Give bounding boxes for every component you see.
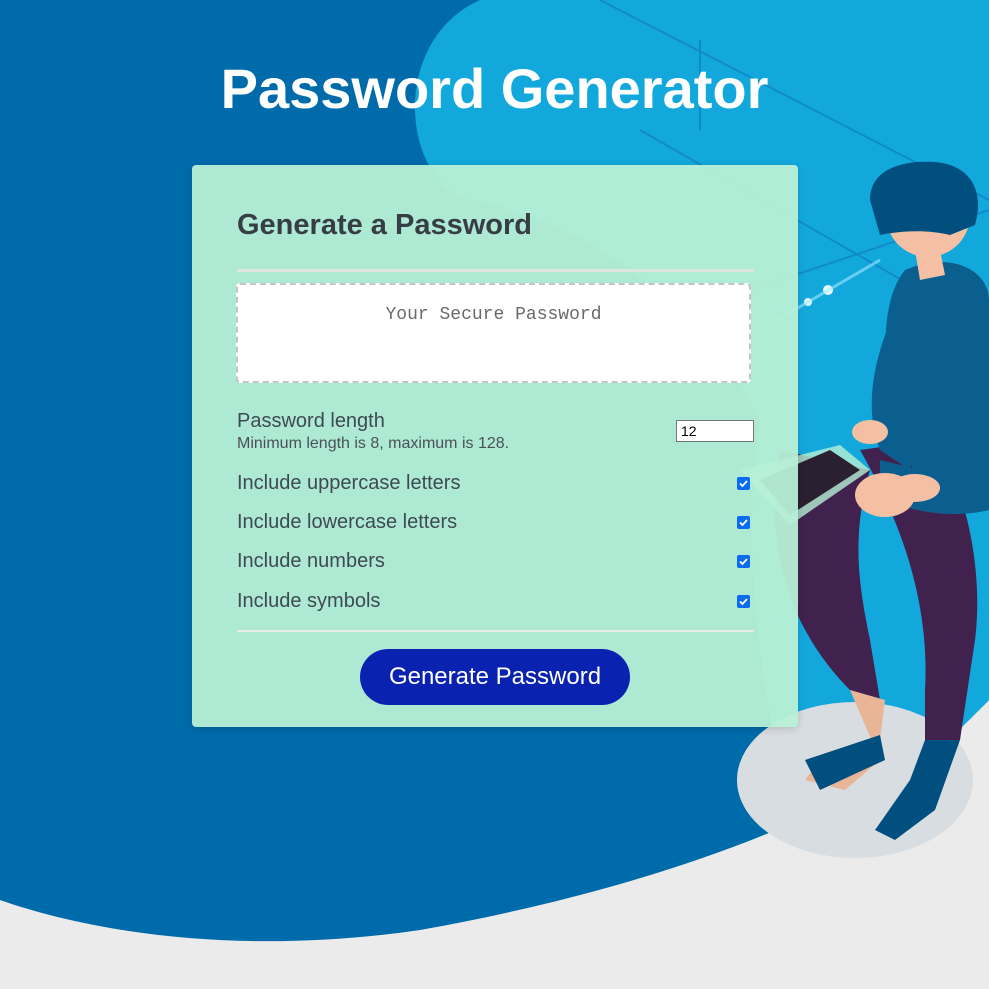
option-symbols: Include symbols — [237, 590, 754, 614]
divider-bottom — [237, 630, 754, 632]
option-label: Include symbols — [237, 590, 381, 612]
length-label: Password length — [237, 410, 385, 432]
card-heading: Generate a Password — [237, 209, 532, 241]
option-label: Include uppercase letters — [237, 472, 461, 494]
option-uppercase: Include uppercase letters — [237, 472, 754, 496]
option-label: Include lowercase letters — [237, 511, 458, 533]
password-output[interactable]: Your Secure Password — [236, 283, 751, 383]
option-label: Include numbers — [237, 550, 385, 572]
numbers-checkbox[interactable] — [737, 555, 750, 568]
generator-card: Generate a Password Your Secure Password… — [192, 165, 798, 727]
option-lowercase: Include lowercase letters — [237, 511, 754, 535]
uppercase-checkbox[interactable] — [737, 477, 750, 490]
option-numbers: Include numbers — [237, 550, 754, 574]
page-title: Password Generator — [220, 57, 769, 120]
divider-top — [237, 269, 754, 272]
length-input[interactable] — [676, 420, 754, 442]
symbols-checkbox[interactable] — [737, 595, 750, 608]
generate-password-button[interactable]: Generate Password — [360, 649, 630, 705]
lowercase-checkbox[interactable] — [737, 516, 750, 529]
length-hint: Minimum length is 8, maximum is 128. — [237, 435, 510, 452]
length-row: Password length Minimum length is 8, max… — [237, 410, 754, 460]
